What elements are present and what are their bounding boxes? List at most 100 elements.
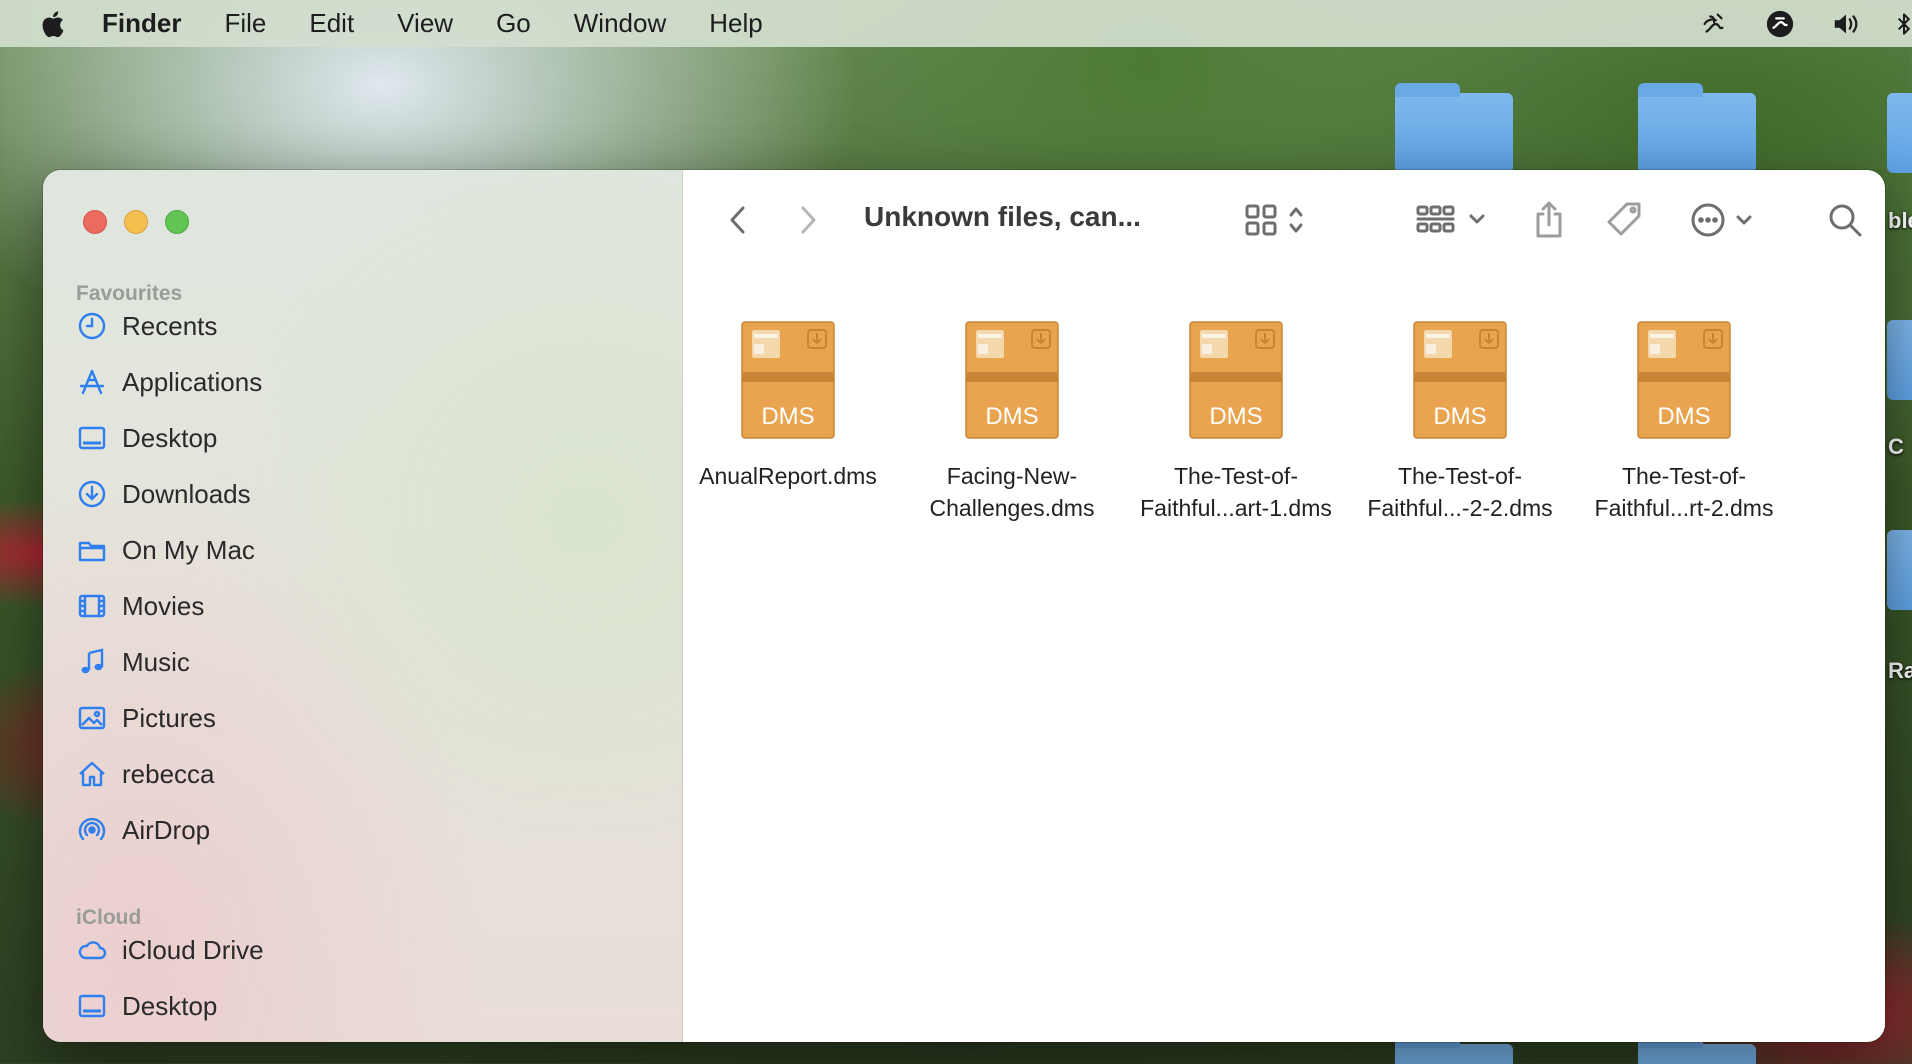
file-item[interactable]: DMS The-Test-of- Faithful...-2-2.dms (1355, 320, 1565, 524)
bluetooth-icon[interactable] (1896, 8, 1912, 40)
finder-window: Favourites Recents Applications Desktop … (43, 170, 1885, 1042)
sidebar-item-icloud-drive[interactable]: iCloud Drive (76, 930, 264, 970)
dms-file-badge: DMS (1433, 403, 1486, 430)
sidebar-item-downloads[interactable]: Downloads (76, 474, 251, 514)
sidebar-heading-icloud: iCloud (76, 906, 142, 929)
menu-go[interactable]: Go (496, 8, 531, 39)
dms-file-badge: DMS (1657, 403, 1710, 430)
close-button[interactable] (83, 210, 107, 234)
clock-icon (76, 310, 108, 342)
dms-file-icon: DMS (1637, 321, 1731, 439)
dms-file-icon: DMS (741, 321, 835, 439)
sidebar-item-on-my-mac[interactable]: On My Mac (76, 530, 255, 570)
search-icon (1829, 204, 1862, 237)
sidebar-item-airdrop[interactable]: AirDrop (76, 810, 210, 850)
share-button[interactable] (1531, 200, 1567, 240)
sidebar-item-label: Downloads (122, 478, 251, 509)
grid-view-icon (1245, 204, 1303, 236)
group-button[interactable] (1415, 200, 1491, 240)
file-item[interactable]: DMS Facing-New- Challenges.dms (907, 320, 1117, 524)
desktop-folder[interactable] (1638, 83, 1756, 173)
dms-file-icon: DMS (1189, 321, 1283, 439)
toolbar: Unknown files, can... (683, 170, 1885, 270)
sidebar-item-label: iCloud Drive (122, 934, 264, 965)
file-item[interactable]: DMS The-Test-of- Faithful...art-1.dms (1131, 320, 1341, 524)
airdrop-icon (76, 814, 108, 846)
desktop-folder[interactable] (1638, 1034, 1756, 1064)
sidebar-item-label: Applications (122, 366, 263, 397)
more-actions-button[interactable] (1689, 200, 1759, 240)
tags-button[interactable] (1605, 200, 1645, 240)
dms-file-badge: DMS (761, 403, 814, 430)
menu-help[interactable]: Help (709, 8, 762, 39)
film-icon (76, 590, 108, 622)
music-note-icon (76, 646, 108, 678)
desktop-item-label: C (1888, 434, 1904, 459)
file-item[interactable]: DMS The-Test-of- Faithful...rt-2.dms (1579, 320, 1789, 524)
sidebar-item-movies[interactable]: Movies (76, 586, 204, 626)
sidebar-item-desktop[interactable]: Desktop (76, 418, 217, 458)
share-icon (1536, 201, 1562, 238)
menu-file[interactable]: File (224, 8, 266, 39)
desktop-folder[interactable] (1887, 530, 1912, 610)
sidebar-item-music[interactable]: Music (76, 642, 190, 682)
dms-file-icon: DMS (965, 321, 1059, 439)
menu-finder[interactable]: Finder (102, 8, 181, 39)
sidebar-item-applications[interactable]: Applications (76, 362, 262, 402)
photo-icon (76, 702, 108, 734)
desktop-folder[interactable] (1887, 93, 1912, 173)
dms-file-badge: DMS (1209, 403, 1262, 430)
dms-file-icon: DMS (1413, 321, 1507, 439)
forward-button[interactable] (793, 200, 823, 240)
sidebar-item-label: Desktop (122, 990, 218, 1021)
sidebar-item-label: rebecca (122, 758, 215, 789)
menu-bar: Finder File Edit View Go Window Help (0, 0, 1912, 47)
ellipsis-circle-icon (1691, 203, 1752, 237)
zoom-button[interactable] (165, 210, 189, 234)
desktop-folder[interactable] (1395, 83, 1513, 173)
file-name: AnualReport.dms (699, 463, 877, 489)
file-name: Facing-New- Challenges.dms (929, 463, 1095, 521)
sidebar-heading-favourites: Favourites (76, 282, 183, 305)
sidebar-item-label: Desktop (122, 422, 218, 453)
menu-edit[interactable]: Edit (309, 8, 354, 39)
desktop-icon (76, 990, 108, 1022)
view-mode-button[interactable] (1243, 200, 1313, 240)
cloud-icon (76, 934, 108, 966)
search-button[interactable] (1825, 200, 1865, 240)
window-controls (83, 210, 189, 234)
sidebar-item-label: Movies (122, 590, 205, 621)
sidebar-item-label: Music (122, 646, 190, 677)
desktop-folder[interactable] (1395, 1034, 1513, 1064)
applications-icon (76, 366, 108, 398)
sidebar-item-label: On My Mac (122, 534, 255, 565)
menu-window[interactable]: Window (574, 8, 666, 39)
folder-icon (76, 534, 108, 566)
sidebar-item-pictures[interactable]: Pictures (76, 698, 216, 738)
tag-icon (1607, 202, 1641, 236)
sidebar-item-recents[interactable]: Recents (76, 306, 217, 346)
window-title: Unknown files, can... (864, 201, 1141, 232)
file-name: The-Test-of- Faithful...rt-2.dms (1594, 463, 1774, 521)
volume-icon[interactable] (1830, 8, 1862, 40)
file-name: The-Test-of- Faithful...-2-2.dms (1367, 463, 1553, 521)
desktop-icon (76, 422, 108, 454)
sidebar-item-label: Pictures (122, 702, 216, 733)
download-icon (76, 478, 108, 510)
chevron-right-icon (801, 206, 816, 234)
apple-icon[interactable] (38, 9, 66, 39)
back-button[interactable] (723, 200, 753, 240)
desktop-item-label: Ra (1888, 658, 1912, 683)
sidebar-item-icloud-desktop[interactable]: Desktop (76, 986, 217, 1026)
desktop-folder[interactable] (1887, 320, 1912, 400)
minimize-button[interactable] (124, 210, 148, 234)
sidebar-item-home[interactable]: rebecca (76, 754, 215, 794)
script-icon[interactable] (1698, 8, 1730, 40)
sidebar-item-label: AirDrop (122, 814, 211, 845)
dms-file-badge: DMS (985, 403, 1038, 430)
sync-icon[interactable] (1764, 8, 1796, 40)
file-grid: DMS AnualReport.dms DMS Facing-New- Challen… (683, 270, 1885, 1042)
file-item[interactable]: DMS AnualReport.dms (683, 320, 893, 492)
menu-view[interactable]: View (397, 8, 453, 39)
sidebar: Favourites Recents Applications Desktop … (43, 170, 683, 1042)
